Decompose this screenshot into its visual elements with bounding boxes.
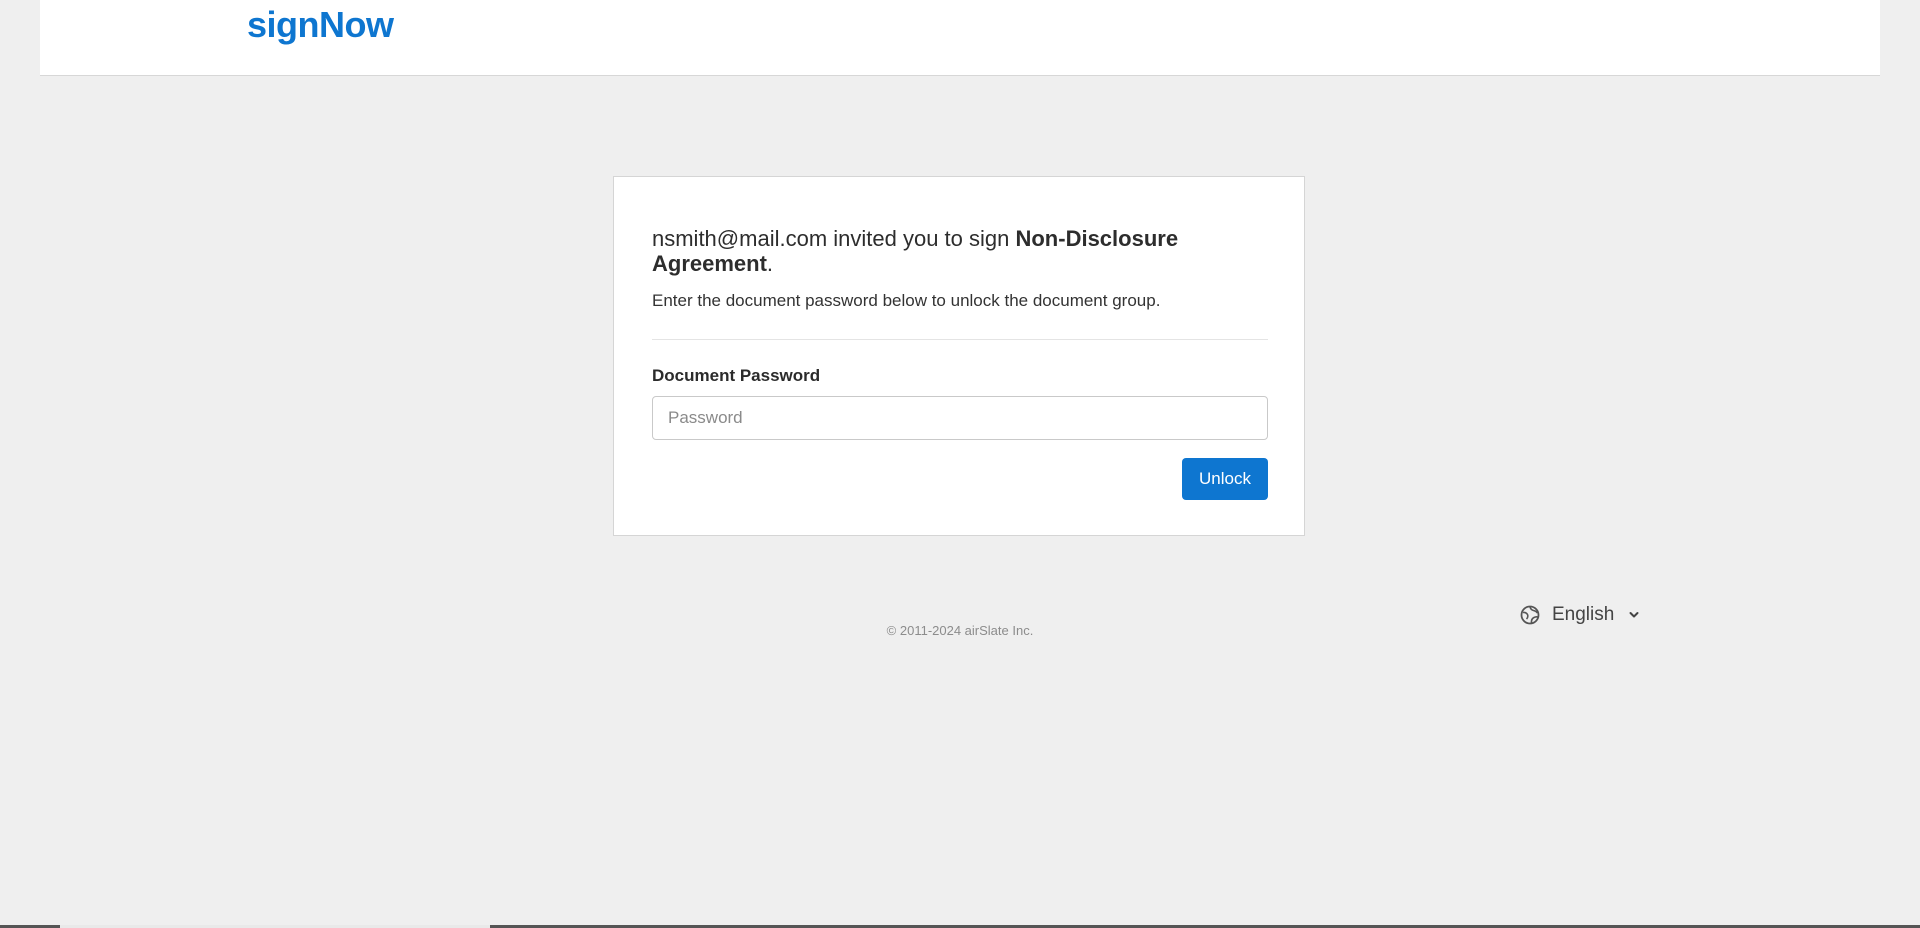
password-input[interactable] <box>652 396 1268 440</box>
language-selector[interactable]: English <box>1520 603 1640 627</box>
invite-period: . <box>766 251 774 276</box>
chevron-down-icon <box>1629 612 1639 618</box>
top-header: signNow <box>40 0 1880 76</box>
unlock-card: nsmith@mail.com invited you to sign Non-… <box>613 176 1305 536</box>
password-label: Document Password <box>652 366 821 385</box>
divider <box>652 339 1268 340</box>
inviter-email: nsmith@mail.com <box>652 226 828 251</box>
language-label: English <box>1552 604 1615 625</box>
unlock-button[interactable]: Unlock <box>1182 458 1268 500</box>
globe-icon <box>1520 605 1540 625</box>
instruction-text: Enter the document password below to unl… <box>652 291 1161 310</box>
invite-text: invited you to sign <box>827 226 1016 251</box>
invite-message: nsmith@mail.com invited you to sign Non-… <box>652 226 1212 276</box>
signnow-logo[interactable]: signNow <box>247 4 394 46</box>
